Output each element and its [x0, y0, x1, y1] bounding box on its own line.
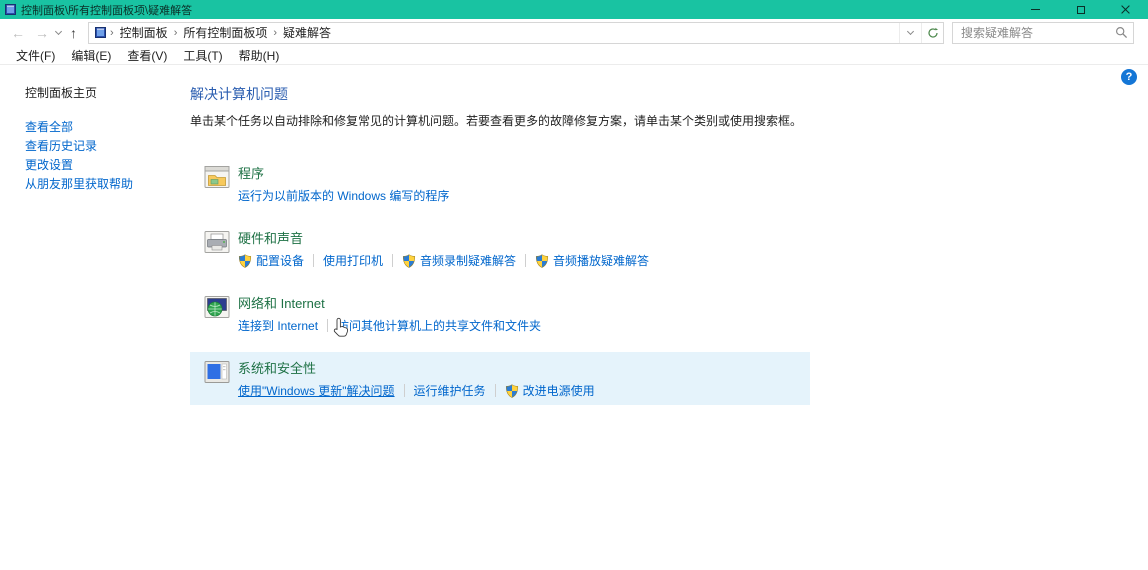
- link-separator: [313, 254, 314, 267]
- task-link-windows-update-fix[interactable]: 使用"Windows 更新"解决问题: [238, 382, 395, 399]
- menu-bar: 文件(F) 编辑(E) 查看(V) 工具(T) 帮助(H): [0, 46, 1148, 65]
- task-link-configure-device[interactable]: 配置设备: [256, 252, 304, 269]
- task-link-run-older-programs[interactable]: 运行为以前版本的 Windows 编写的程序: [238, 187, 449, 204]
- window-controls: [1013, 0, 1148, 19]
- minimize-icon: [1031, 9, 1040, 10]
- restore-button[interactable]: [1058, 0, 1103, 19]
- close-icon: [1121, 5, 1130, 14]
- sidebar-item-control-panel-home[interactable]: 控制面板主页: [25, 84, 175, 101]
- sidebar-item-get-help-from-friend[interactable]: 从朋友那里获取帮助: [25, 175, 175, 194]
- title-bar: 控制面板\所有控制面板项\疑难解答: [0, 0, 1148, 19]
- app-window-icon: [5, 4, 16, 15]
- link-separator: [392, 254, 393, 267]
- network-and-internet-icon[interactable]: [204, 294, 230, 320]
- refresh-icon[interactable]: [921, 23, 943, 43]
- recent-pages-chevron-down-icon[interactable]: [55, 28, 62, 35]
- sidebar: 控制面板主页 查看全部 查看历史记录 更改设置 从朋友那里获取帮助: [25, 84, 175, 194]
- task-link-audio-playback[interactable]: 音频播放疑难解答: [553, 252, 649, 269]
- close-button[interactable]: [1103, 0, 1148, 19]
- uac-shield-icon: [238, 254, 252, 268]
- sidebar-item-view-history[interactable]: 查看历史记录: [25, 137, 175, 156]
- breadcrumb-separator: ›: [172, 27, 180, 39]
- task-link-use-printer[interactable]: 使用打印机: [323, 252, 383, 269]
- task-link-improve-power-usage[interactable]: 改进电源使用: [523, 382, 595, 399]
- address-bar[interactable]: › 控制面板 › 所有控制面板项 › 疑难解答: [88, 22, 944, 44]
- category-system-and-security: 系统和安全性 使用"Windows 更新"解决问题 运行维护任务 改进电源使用: [190, 352, 810, 405]
- task-link-access-shared-files[interactable]: 访问其他计算机上的共享文件和文件夹: [337, 317, 541, 334]
- uac-shield-icon: [505, 384, 519, 398]
- sidebar-item-change-settings[interactable]: 更改设置: [25, 156, 175, 175]
- link-separator: [495, 384, 496, 397]
- uac-shield-icon: [535, 254, 549, 268]
- address-app-window-icon: [95, 27, 106, 38]
- programs-icon[interactable]: [204, 164, 230, 190]
- back-arrow-icon[interactable]: [6, 24, 30, 42]
- breadcrumb-separator: ›: [108, 27, 116, 39]
- up-arrow-icon[interactable]: [65, 24, 82, 42]
- control-panel-window: 控制面板\所有控制面板项\疑难解答 › 控制面板 › 所有控制面板项 › 疑难解…: [0, 0, 1148, 570]
- page-title: 解决计算机问题: [190, 84, 818, 104]
- task-link-run-maintenance[interactable]: 运行维护任务: [414, 382, 486, 399]
- hardware-and-sound-icon[interactable]: [204, 229, 230, 255]
- navigation-bar: › 控制面板 › 所有控制面板项 › 疑难解答: [0, 19, 1148, 46]
- search-box: [952, 22, 1134, 44]
- menu-help[interactable]: 帮助(H): [231, 47, 288, 64]
- sidebar-item-view-all[interactable]: 查看全部: [25, 118, 175, 137]
- category-title-hardware-and-sound[interactable]: 硬件和声音: [238, 228, 649, 247]
- system-and-security-icon[interactable]: [204, 359, 230, 385]
- breadcrumb-separator: ›: [271, 27, 279, 39]
- minimize-button[interactable]: [1013, 0, 1058, 19]
- category-title-network-and-internet[interactable]: 网络和 Internet: [238, 293, 541, 312]
- breadcrumb-troubleshooting[interactable]: 疑难解答: [279, 24, 335, 41]
- page-description: 单击某个任务以自动排除和修复常见的计算机问题。若要查看更多的故障修复方案，请单击…: [190, 112, 818, 129]
- menu-view[interactable]: 查看(V): [119, 47, 175, 64]
- category-title-programs[interactable]: 程序: [238, 163, 449, 182]
- forward-arrow-icon[interactable]: [30, 24, 54, 42]
- menu-tools[interactable]: 工具(T): [175, 47, 230, 64]
- breadcrumb-control-panel[interactable]: 控制面板: [116, 24, 172, 41]
- breadcrumb-all-items[interactable]: 所有控制面板项: [179, 24, 271, 41]
- address-chevron-down-icon[interactable]: [899, 23, 921, 43]
- link-separator: [404, 384, 405, 397]
- search-input[interactable]: [952, 22, 1134, 44]
- menu-edit[interactable]: 编辑(E): [63, 47, 119, 64]
- category-network-and-internet: 网络和 Internet 连接到 Internet 访问其他计算机上的共享文件和…: [190, 287, 810, 340]
- category-programs: 程序 运行为以前版本的 Windows 编写的程序: [190, 157, 810, 210]
- link-separator: [525, 254, 526, 267]
- address-bar-buttons: [899, 23, 943, 43]
- task-link-audio-recording[interactable]: 音频录制疑难解答: [420, 252, 516, 269]
- task-link-connect-internet[interactable]: 连接到 Internet: [238, 317, 318, 334]
- category-hardware-and-sound: 硬件和声音 配置设备 使用打印机 音频录制疑难解答: [190, 222, 810, 275]
- window-title: 控制面板\所有控制面板项\疑难解答: [21, 2, 192, 18]
- link-separator: [327, 319, 328, 332]
- category-title-system-and-security[interactable]: 系统和安全性: [238, 358, 595, 377]
- main-content: 解决计算机问题 单击某个任务以自动排除和修复常见的计算机问题。若要查看更多的故障…: [190, 84, 818, 417]
- menu-file[interactable]: 文件(F): [8, 47, 63, 64]
- search-icon: [1115, 26, 1128, 39]
- help-icon[interactable]: ?: [1121, 69, 1137, 85]
- restore-icon: [1077, 6, 1085, 14]
- uac-shield-icon: [402, 254, 416, 268]
